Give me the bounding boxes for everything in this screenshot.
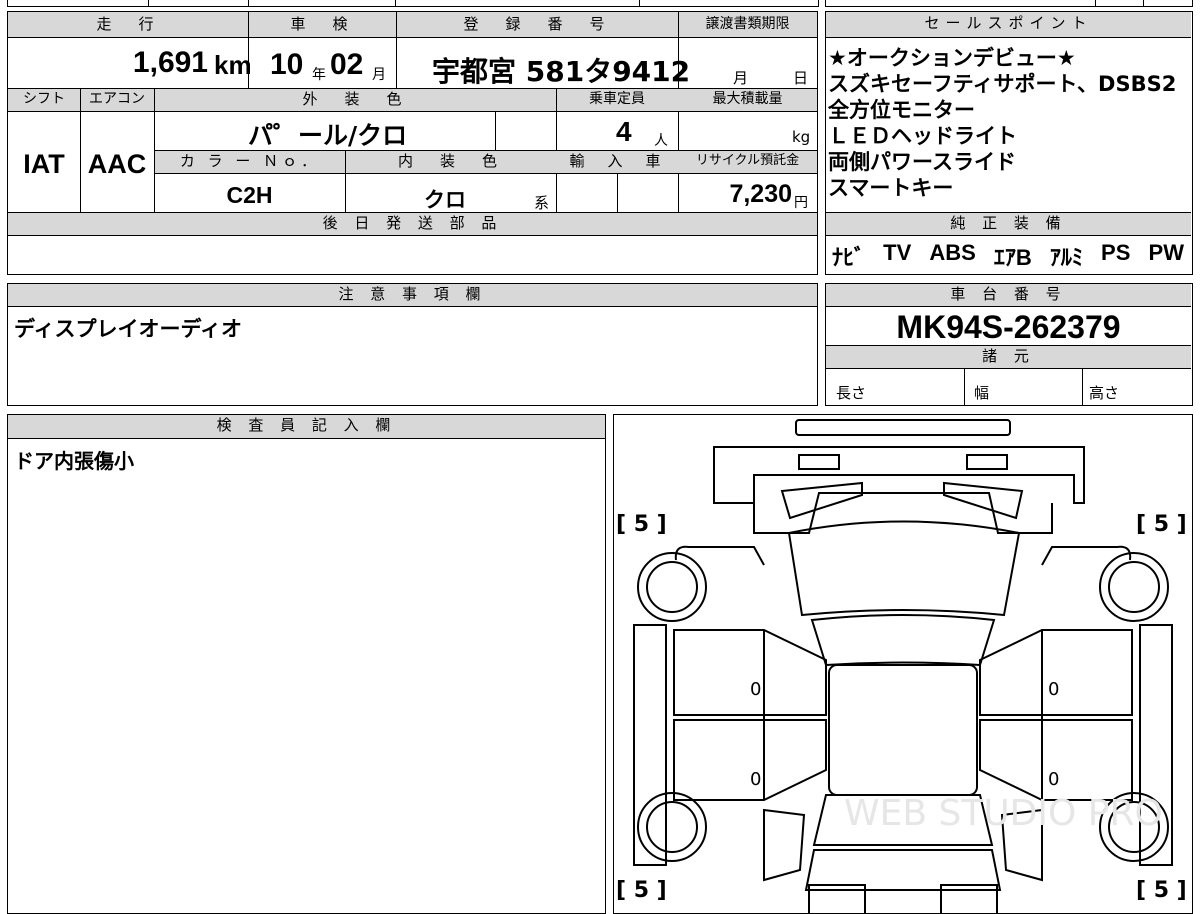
spec-length-label: 長さ [836,384,867,402]
specs-label: 諸 元 [826,346,1191,368]
door-mark-rear-left: 0 [750,769,761,790]
aircon-label: エアコン [89,91,145,107]
inspection-month-unit: 月 [372,67,386,83]
deadline-day-unit: 日 [793,69,809,87]
car-diagram-panel: WEB STUDIO PRO [ 5 ] [ 5 ] [ 5 ] [ 5 ] 0… [613,414,1193,914]
shift-label: シフト [23,91,65,107]
interior-color-value: クロ [424,188,466,212]
deadline-month-unit: 月 [733,69,749,87]
spec-width-label: 幅 [974,384,990,402]
exterior-color-label: 外 装 色 [302,90,408,108]
equipment-item: PW [1148,240,1184,265]
inspector-label: 検 査 員 記 入 欄 [8,415,605,438]
interior-color-suffix: 系 [534,194,550,212]
inspection-year-unit: 年 [312,67,326,83]
inspector-panel: 検 査 員 記 入 欄 ドア内張傷小 [7,414,606,914]
sales-point-line: ★オークションデビュー★ [828,46,1076,70]
mileage-label: 走 行 [96,15,160,33]
inspection-month: 02 [330,48,364,81]
import-label: 輸 入 車 [569,152,665,170]
tire-mark-front-right: [ 5 ] [1136,512,1187,537]
capacity-label: 乗車定員 [589,91,645,107]
mileage-unit: km [214,50,252,80]
color-no-value: C2H [226,182,273,208]
sales-points-panel: セールスポイント ★オークションデビュー★ スズキセーフティサポート、DSBS2 全… [825,11,1193,275]
shift-value: IAT [23,149,65,179]
exterior-color-value: パ゜ール/クロ [248,121,408,150]
mileage-value: 1,691 [132,46,208,79]
car-body-diagram: WEB STUDIO PRO [ 5 ] [ 5 ] [ 5 ] [ 5 ] 0… [616,419,1187,913]
registration-number: 宇都宮 581タ9412 [432,55,691,88]
inspection-label: 車 検 [290,15,354,33]
chassis-number: MK94S-262379 [896,309,1121,345]
tire-mark-front-left: [ 5 ] [616,512,667,537]
sales-point-line: スズキセーフティサポート、DSBS2 [828,72,1177,96]
equipment-item: ｱﾙﾐ [1049,245,1083,270]
notes-text: ディスプレイオーディオ [14,317,243,341]
equipment-item: ﾅﾋﾞ [832,245,866,270]
capacity-value: 4 [616,116,632,147]
notes-label: 注 意 事 項 欄 [8,284,817,306]
equipment-item: PS [1101,240,1131,265]
door-mark-rear-right: 0 [1048,769,1059,790]
later-parts-label: 後 日 発 送 部 品 [8,213,817,235]
equipment-item: ABS [929,240,976,265]
max-load-unit: kg [792,128,811,146]
chassis-panel: 車 台 番 号 MK94S-262379 諸 元 長さ 幅 高さ [825,283,1193,406]
inspection-year: 10 [270,48,304,81]
color-no-label: カ ラ ー Ｎｏ． [179,152,321,170]
door-mark-front-left: 0 [750,679,761,700]
capacity-unit: 人 [654,133,668,149]
notes-panel: 注 意 事 項 欄 ディスプレイオーディオ [7,283,818,406]
chassis-label: 車 台 番 号 [826,284,1191,306]
sales-points-label: セールスポイント [826,12,1191,37]
top-cutoff-row [7,0,1193,7]
max-load-label: 最大積載量 [712,91,783,107]
sales-point-line: 両側パワースライド [828,150,1016,174]
tire-mark-rear-right: [ 5 ] [1136,878,1187,903]
sales-point-line: ＬＥＤヘッドライト [828,124,1017,148]
sheet-main-table: 走 行 車 検 登 録 番 号 譲渡書類期限 1,691 km 10 年 02 … [7,11,818,275]
recycle-value: 7,230 [729,180,792,208]
registration-label: 登 録 番 号 [463,15,611,33]
recycle-label: リサイクル預託金 [695,153,800,168]
sales-point-line: 全方位モニター [828,98,975,122]
inspector-text: ドア内張傷小 [14,449,134,473]
interior-color-label: 内 装 色 [397,152,503,170]
transfer-deadline-label: 譲渡書類期限 [705,16,790,32]
door-mark-front-right: 0 [1048,679,1059,700]
tire-mark-rear-left: [ 5 ] [616,878,667,903]
genuine-equipment-label: 純 正 装 備 [826,213,1191,235]
aircon-value: AAC [87,149,147,179]
equipment-item: ｴｱB [993,245,1032,270]
watermark: WEB STUDIO PRO [844,793,1163,834]
recycle-unit: 円 [794,195,808,211]
sales-point-line: スマートキー [828,176,954,200]
spec-height-label: 高さ [1089,384,1120,402]
equipment-item: TV [883,240,912,265]
